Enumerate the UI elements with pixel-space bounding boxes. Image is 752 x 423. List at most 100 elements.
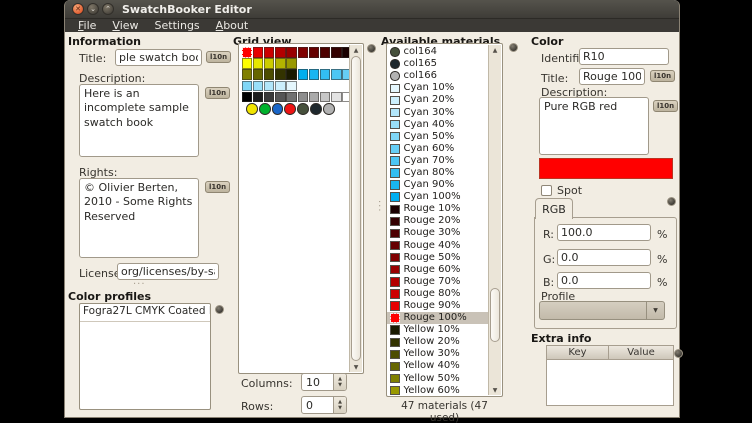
menu-about[interactable]: About: [208, 19, 257, 32]
materials-scrollbar[interactable]: ▲ ▼: [488, 45, 501, 395]
chevron-down-icon[interactable]: ▼: [646, 302, 664, 319]
pane-grip-handle[interactable]: ···: [133, 279, 146, 290]
grid-swatch[interactable]: [253, 69, 264, 80]
color-title-l10n-button[interactable]: l10n: [650, 70, 675, 82]
color-title-input[interactable]: [579, 68, 645, 85]
swatch-grid-canvas[interactable]: ▲ ▼: [238, 43, 364, 374]
grid-swatch[interactable]: [275, 69, 286, 80]
grid-swatch[interactable]: [242, 47, 253, 58]
color-profiles-list[interactable]: Fogra27L CMYK Coated Pr...: [79, 303, 211, 410]
material-item-yellow-30-[interactable]: Yellow 30%: [387, 348, 488, 360]
grid-swatch[interactable]: [286, 58, 297, 69]
grid-swatch[interactable]: [331, 47, 342, 58]
scroll-up-icon[interactable]: ▲: [489, 45, 501, 55]
grid-swatch[interactable]: [298, 69, 309, 80]
color-description-textarea[interactable]: Pure RGB red: [539, 97, 649, 155]
material-item-rouge-20-[interactable]: Rouge 20%: [387, 215, 488, 227]
g-value-input[interactable]: [557, 249, 651, 266]
material-item-cyan-40-[interactable]: Cyan 40%: [387, 119, 488, 131]
menu-file[interactable]: File: [70, 19, 104, 32]
material-item-rouge-60-[interactable]: Rouge 60%: [387, 264, 488, 276]
grid-swatch[interactable]: [264, 47, 275, 58]
material-item-cyan-20-[interactable]: Cyan 20%: [387, 94, 488, 106]
material-item-rouge-30-[interactable]: Rouge 30%: [387, 227, 488, 239]
scroll-down-icon[interactable]: ▼: [350, 362, 362, 372]
grid-swatch[interactable]: [331, 92, 342, 103]
materials-scrollbar-thumb[interactable]: [490, 288, 500, 342]
grid-swatch[interactable]: [242, 92, 253, 103]
grid-swatch[interactable]: [275, 92, 286, 103]
grid-swatch[interactable]: [309, 47, 320, 58]
scroll-down-icon[interactable]: ▼: [489, 385, 501, 395]
material-item-rouge-80-[interactable]: Rouge 80%: [387, 288, 488, 300]
grid-swatch[interactable]: [253, 58, 264, 69]
menu-view[interactable]: View: [104, 19, 146, 32]
material-item-rouge-90-[interactable]: Rouge 90%: [387, 300, 488, 312]
material-item-rouge-40-[interactable]: Rouge 40%: [387, 240, 488, 252]
description-l10n-button[interactable]: l10n: [205, 87, 230, 99]
title-bar[interactable]: ✕ ⌄ ⌃ SwatchBooker Editor: [65, 0, 679, 19]
grid-swatch[interactable]: [275, 81, 286, 92]
material-item-cyan-30-[interactable]: Cyan 30%: [387, 106, 488, 118]
grid-swatch[interactable]: [320, 47, 331, 58]
grid-swatch[interactable]: [264, 58, 275, 69]
color-profile-item[interactable]: Fogra27L CMYK Coated Pr...: [80, 304, 210, 322]
grid-swatch[interactable]: [320, 69, 331, 80]
material-item-cyan-70-[interactable]: Cyan 70%: [387, 155, 488, 167]
spot-checkbox[interactable]: [541, 185, 552, 196]
license-input[interactable]: [117, 263, 219, 280]
profile-dropdown[interactable]: ▼: [539, 301, 665, 320]
tab-rgb[interactable]: RGB: [535, 198, 573, 219]
material-item-cyan-90-[interactable]: Cyan 90%: [387, 179, 488, 191]
grid-swatch[interactable]: [253, 92, 264, 103]
title-l10n-button[interactable]: l10n: [206, 51, 231, 63]
color-values-options-icon[interactable]: [667, 197, 676, 206]
grid-swatch[interactable]: [275, 58, 286, 69]
grid-swatch-circle[interactable]: [246, 103, 258, 115]
r-value-input[interactable]: [557, 224, 651, 241]
material-item-rouge-70-[interactable]: Rouge 70%: [387, 276, 488, 288]
material-item-rouge-100-[interactable]: Rouge 100%: [387, 312, 488, 324]
grid-options-icon[interactable]: [367, 44, 376, 53]
material-item-yellow-40-[interactable]: Yellow 40%: [387, 360, 488, 372]
grid-swatch[interactable]: [242, 58, 253, 69]
material-item-yellow-50-[interactable]: Yellow 50%: [387, 373, 488, 385]
book-description-textarea[interactable]: Here is an incomplete sample swatch book: [79, 84, 199, 157]
grid-swatch[interactable]: [286, 69, 297, 80]
book-title-input[interactable]: [115, 49, 202, 66]
rows-spinner[interactable]: 0 ▲▼: [301, 396, 347, 414]
grid-swatch-circle[interactable]: [272, 103, 284, 115]
color-description-l10n-button[interactable]: l10n: [653, 100, 678, 112]
key-column-header[interactable]: Key: [547, 346, 609, 360]
identifier-input[interactable]: [579, 48, 669, 65]
columns-spinner[interactable]: 10 ▲▼: [301, 373, 347, 391]
material-item-yellow-10-[interactable]: Yellow 10%: [387, 324, 488, 336]
grid-swatch[interactable]: [320, 92, 331, 103]
grid-swatch[interactable]: [264, 92, 275, 103]
grid-swatch-circle[interactable]: [259, 103, 271, 115]
grid-swatch[interactable]: [331, 69, 342, 80]
grid-scrollbar-thumb[interactable]: [351, 56, 361, 361]
minimize-button[interactable]: ⌄: [87, 3, 99, 15]
extra-info-options-icon[interactable]: [674, 349, 683, 358]
material-item-col165[interactable]: col165: [387, 58, 488, 70]
materials-list[interactable]: col164col165col166Cyan 10%Cyan 20%Cyan 3…: [387, 46, 488, 397]
material-item-rouge-10-[interactable]: Rouge 10%: [387, 203, 488, 215]
material-item-rouge-50-[interactable]: Rouge 50%: [387, 252, 488, 264]
grid-swatch-circle[interactable]: [297, 103, 309, 115]
close-button[interactable]: ✕: [72, 3, 84, 15]
material-item-cyan-80-[interactable]: Cyan 80%: [387, 167, 488, 179]
swatch-grid[interactable]: [239, 44, 349, 373]
value-column-header[interactable]: Value: [609, 346, 673, 360]
spinner-arrows-icon[interactable]: ▲▼: [333, 397, 346, 413]
material-item-cyan-100-[interactable]: Cyan 100%: [387, 191, 488, 203]
grid-swatch-circle[interactable]: [310, 103, 322, 115]
grid-swatch[interactable]: [286, 47, 297, 58]
materials-options-icon[interactable]: [509, 43, 518, 52]
material-item-cyan-10-[interactable]: Cyan 10%: [387, 82, 488, 94]
grid-scrollbar[interactable]: ▲ ▼: [349, 45, 362, 372]
grid-swatch[interactable]: [309, 92, 320, 103]
grid-swatch[interactable]: [264, 69, 275, 80]
maximize-button[interactable]: ⌃: [102, 3, 114, 15]
grid-swatch-circle[interactable]: [323, 103, 335, 115]
